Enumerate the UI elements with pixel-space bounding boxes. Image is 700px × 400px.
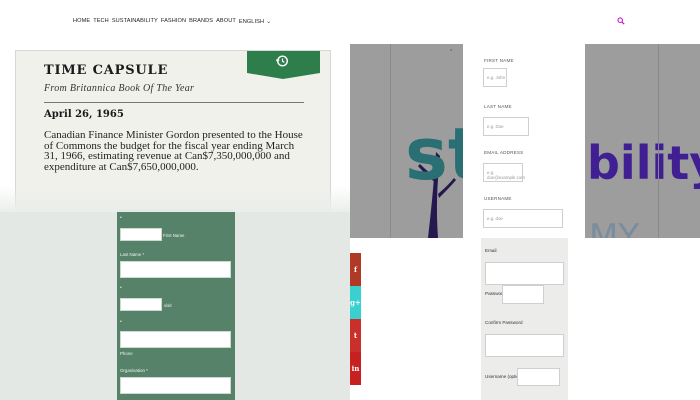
googleplus-icon: g+: [350, 298, 361, 307]
twitter-share-button[interactable]: t: [350, 319, 361, 352]
nav-item-brands[interactable]: BRANDS: [189, 18, 213, 25]
fade-overlay: [0, 186, 350, 212]
last-name-input[interactable]: e.g. Doe: [483, 117, 529, 136]
nav-item-fashion[interactable]: FASHION: [161, 18, 186, 25]
first-name-label: First Name: [163, 233, 185, 238]
capsule-date: April 26, 1965: [44, 109, 124, 120]
twitter-icon: t: [353, 331, 358, 340]
nav-item-about[interactable]: ABOUT: [216, 18, 236, 25]
top-navigation: HOME TECH SUSTAINABILITY FASHION BRANDS …: [0, 0, 700, 44]
history-icon: [275, 55, 289, 67]
username-input[interactable]: [517, 368, 560, 386]
search-icon[interactable]: [617, 17, 625, 25]
facebook-share-button[interactable]: f: [350, 253, 361, 286]
sustainability-logo-left: sta ▪: [405, 47, 463, 238]
logo-subtext: MY: [589, 217, 639, 238]
phone-label: Phone: [120, 351, 133, 356]
visit-input[interactable]: [120, 298, 162, 311]
sustainability-logo-right: bility MY: [587, 136, 700, 238]
email-label: EMAIL ADDRESS: [484, 150, 524, 155]
last-name-input[interactable]: [120, 261, 231, 278]
logo-text-right: bility: [587, 136, 700, 190]
contact-form: • First Name Last Name * • visit • Phone…: [117, 210, 235, 400]
googleplus-share-button[interactable]: g+: [350, 286, 361, 319]
brand-panel-right: bility MY: [585, 44, 700, 238]
nav-item-tech[interactable]: TECH: [93, 18, 109, 25]
divider: [390, 44, 391, 238]
username-input[interactable]: e.g. doe: [483, 209, 563, 228]
signup-form: FIRST NAME e.g. John LAST NAME e.g. Doe …: [481, 44, 581, 238]
first-name-label: FIRST NAME: [484, 58, 514, 63]
confirm-password-input[interactable]: [485, 334, 564, 357]
nav-item-home[interactable]: HOME: [73, 18, 90, 25]
page: HOME TECH SUSTAINABILITY FASHION BRANDS …: [0, 0, 700, 400]
nav-item-language[interactable]: ENGLISH ⌄: [239, 18, 271, 25]
email-label: Email: [485, 248, 497, 253]
language-label: ENGLISH: [238, 19, 265, 25]
required-marker: •: [120, 215, 122, 221]
divider: [44, 102, 304, 103]
chevron-down-icon: ⌄: [266, 19, 272, 25]
capsule-body: Canadian Finance Minister Gordon present…: [44, 129, 303, 173]
linkedin-icon: in: [351, 364, 360, 373]
last-name-label: LAST NAME: [484, 104, 512, 109]
phone-input[interactable]: [120, 331, 231, 348]
facebook-icon: f: [353, 265, 357, 274]
first-name-input[interactable]: [120, 228, 162, 241]
email-input[interactable]: e.g. doe@example.com: [483, 163, 525, 182]
panel-marker: ▪: [450, 47, 453, 54]
organisation-input[interactable]: [120, 377, 231, 394]
divider: [658, 44, 659, 238]
logo-text-left: sta: [405, 112, 463, 196]
email-input[interactable]: [485, 262, 564, 285]
brand-panel-left: sta ▪: [350, 44, 463, 238]
confirm-password-label: Confirm Password: [485, 320, 523, 325]
required-marker: •: [120, 319, 122, 325]
password-input[interactable]: [502, 285, 544, 304]
capsule-title: TIME CAPSULE: [44, 63, 169, 78]
visit-label: visit: [164, 303, 172, 308]
first-name-input[interactable]: e.g. John: [483, 68, 507, 87]
linkedin-share-button[interactable]: in: [350, 352, 361, 385]
nav-item-sustainability[interactable]: SUSTAINABILITY: [112, 18, 158, 25]
required-marker: •: [120, 285, 122, 291]
capsule-subtitle: From Britannica Book Of The Year: [44, 83, 195, 94]
register-form: Email Password Confirm Password Username…: [481, 238, 568, 400]
capsule-tab: [247, 51, 320, 79]
username-label: USERNAME: [484, 196, 512, 201]
organisation-label: Organisation *: [120, 368, 148, 373]
nav-menu: HOME TECH SUSTAINABILITY FASHION BRANDS …: [73, 18, 271, 25]
last-name-label: Last Name *: [120, 252, 145, 257]
